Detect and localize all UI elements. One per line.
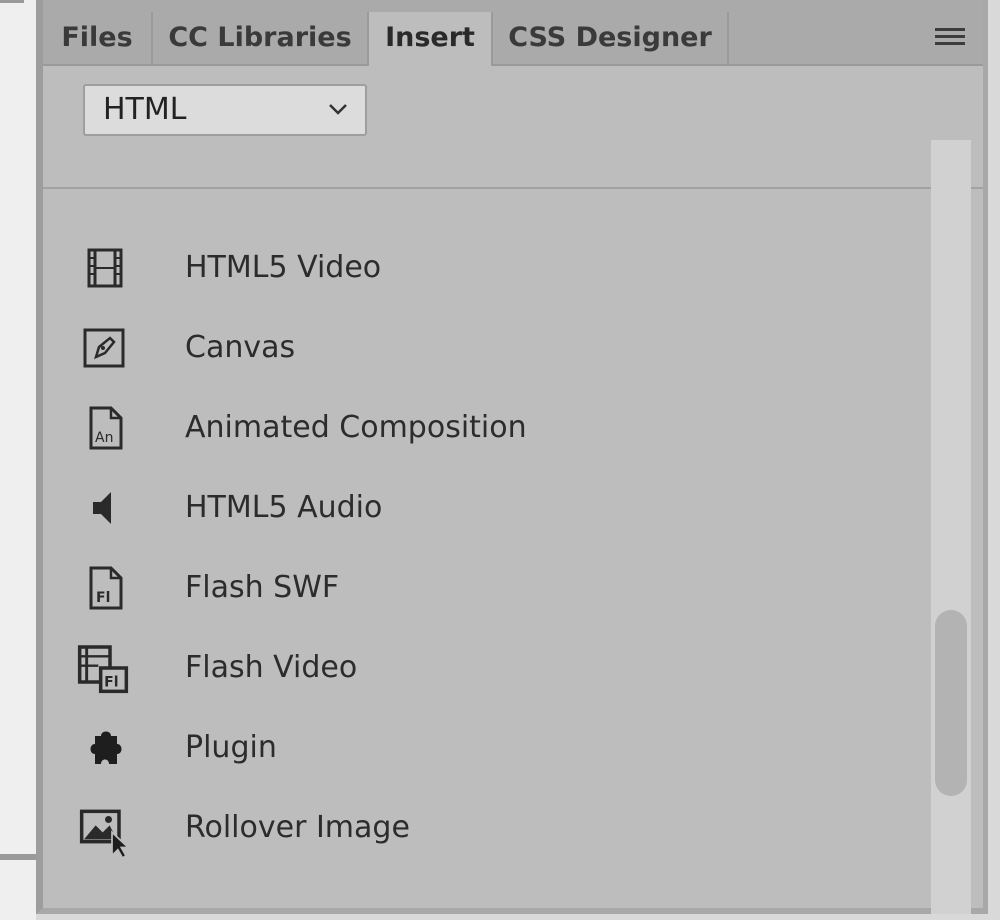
speaker-icon: [93, 492, 111, 524]
tab-files[interactable]: Files: [43, 12, 153, 64]
flash-file-icon: Fl: [89, 566, 123, 610]
insert-panel: Files CC Libraries Insert CSS Designer H…: [36, 0, 988, 914]
panel-menu-icon[interactable]: [935, 28, 965, 50]
tab-css-designer[interactable]: CSS Designer: [493, 12, 729, 64]
scrollbar-thumb[interactable]: [935, 610, 967, 796]
tab-cc-libraries[interactable]: CC Libraries: [153, 12, 369, 64]
svg-text:Fl: Fl: [96, 590, 110, 606]
insert-item-flash-swf[interactable]: Fl Flash SWF: [73, 558, 893, 618]
insert-item-label: HTML5 Audio: [185, 490, 383, 525]
rollover-image-icon: [79, 809, 131, 858]
insert-item-label: Plugin: [185, 730, 277, 765]
category-select[interactable]: HTML: [83, 84, 367, 136]
panel-divider: [43, 187, 983, 189]
insert-item-label: HTML5 Video: [185, 250, 382, 285]
insert-item-flash-video[interactable]: Fl Flash Video: [73, 638, 893, 698]
film-icon: [87, 248, 123, 288]
insert-item-html5-audio[interactable]: HTML5 Audio: [73, 478, 893, 538]
insert-item-html5-video[interactable]: HTML5 Video: [73, 238, 893, 298]
category-select-value: HTML: [103, 92, 187, 127]
insert-item-canvas[interactable]: Canvas: [73, 318, 893, 378]
left-strip-bottom-line: [0, 854, 36, 860]
canvas-icon: [83, 328, 125, 368]
insert-item-label: Canvas: [185, 330, 296, 365]
left-strip-top-line: [0, 0, 24, 3]
left-document-strip: [0, 0, 36, 920]
tab-insert[interactable]: Insert: [367, 12, 493, 66]
insert-item-label: Flash Video: [185, 650, 358, 685]
scrollbar-track[interactable]: [931, 140, 971, 914]
insert-item-rollover-image[interactable]: Rollover Image: [73, 798, 893, 858]
puzzle-icon: [90, 731, 122, 764]
panel-tab-bar: Files CC Libraries Insert CSS Designer: [43, 0, 983, 66]
insert-item-plugin[interactable]: Plugin: [73, 718, 893, 778]
chevron-down-icon: [329, 104, 347, 115]
svg-text:Fl: Fl: [104, 675, 118, 691]
insert-item-label: Rollover Image: [185, 810, 410, 845]
insert-item-label: Animated Composition: [185, 410, 527, 445]
svg-text:An: An: [95, 430, 113, 446]
insert-item-label: Flash SWF: [185, 570, 340, 605]
insert-item-animated-composition[interactable]: An Animated Composition: [73, 398, 893, 458]
animate-file-icon: An: [89, 406, 123, 450]
flash-video-icon: Fl: [77, 645, 129, 694]
